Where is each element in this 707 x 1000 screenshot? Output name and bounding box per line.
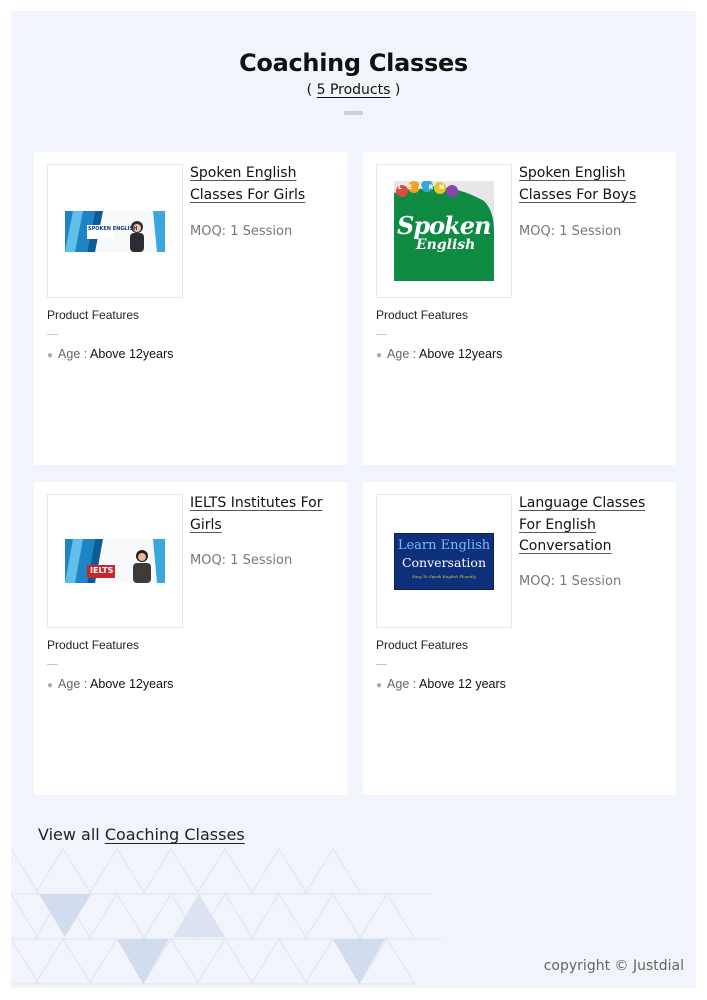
image-caption-line3: Easy To Speak English Fluently: [412, 573, 476, 579]
view-all-prefix: View all: [38, 825, 105, 844]
product-moq: MOQ: 1 Session: [190, 553, 293, 568]
bullet-icon: ●: [47, 350, 54, 361]
features-divider: [376, 664, 387, 665]
features-heading: Product Features: [376, 638, 469, 652]
feature-label: Age :: [387, 677, 417, 691]
image-caption-sub: English: [416, 237, 476, 253]
learn-english-conversation-image: Learn English Conversation Easy To Speak…: [394, 532, 494, 590]
image-caption-line1: Learn English: [397, 537, 491, 553]
features-heading: Product Features: [376, 308, 469, 322]
product-card[interactable]: Learn English Conversation Easy To Speak…: [363, 482, 676, 795]
feature-value: Above 12 years: [419, 677, 506, 691]
feature-value: Above 12years: [90, 347, 174, 361]
product-image[interactable]: Learn English Conversation Easy To Speak…: [376, 494, 512, 628]
feature-value: Above 12years: [419, 347, 503, 361]
feature-label: Age :: [58, 347, 88, 361]
features-heading: Product Features: [47, 638, 140, 652]
product-name-link[interactable]: IELTS Institutes For Girls: [190, 493, 340, 536]
view-all: View all Coaching Classes: [38, 825, 245, 844]
product-card[interactable]: LEARN Spoken English Spoken English Clas…: [363, 152, 676, 465]
features-heading: Product Features: [47, 308, 140, 322]
features-divider: [47, 664, 58, 665]
product-card[interactable]: IELTS IELTS Institutes For Girls MOQ: 1 …: [34, 482, 347, 795]
spoken-english-boys-image: LEARN Spoken English: [394, 181, 494, 281]
page-header: Coaching Classes ( 5 Products ): [11, 47, 696, 115]
triangle-pattern-background: [11, 848, 441, 985]
product-moq: MOQ: 1 Session: [519, 574, 622, 589]
product-image[interactable]: IELTS: [47, 494, 183, 628]
spoken-english-girls-image: SPOKEN ENGLISH: [65, 210, 165, 252]
features-divider: [47, 334, 58, 335]
image-caption-line2: Conversation: [401, 554, 487, 570]
ielts-girls-image: IELTS: [65, 539, 165, 583]
feature-label: Age :: [387, 347, 417, 361]
feature-age: ● Age : Above 12years: [376, 347, 502, 361]
count-close-paren: ): [390, 82, 401, 98]
bullet-icon: ●: [47, 680, 54, 691]
product-name-link[interactable]: Language Classes For English Conversatio…: [519, 493, 669, 558]
feature-label: Age :: [58, 677, 88, 691]
product-count: ( 5 Products ): [11, 79, 696, 101]
count-open-paren: (: [306, 82, 317, 98]
product-card[interactable]: SPOKEN ENGLISH Spoken English Classes Fo…: [34, 152, 347, 465]
bullet-icon: ●: [376, 680, 383, 691]
image-caption: IELTS: [90, 566, 114, 575]
product-image[interactable]: SPOKEN ENGLISH: [47, 164, 183, 298]
product-name-link[interactable]: Spoken English Classes For Girls: [190, 163, 340, 206]
feature-age: ● Age : Above 12years: [47, 347, 173, 361]
product-image[interactable]: LEARN Spoken English: [376, 164, 512, 298]
title-divider: [344, 111, 363, 115]
product-moq: MOQ: 1 Session: [519, 224, 622, 239]
view-all-link[interactable]: Coaching Classes: [105, 825, 245, 844]
image-caption-top: LEARN: [398, 184, 451, 191]
product-moq: MOQ: 1 Session: [190, 224, 293, 239]
product-name-link[interactable]: Spoken English Classes For Boys: [519, 163, 669, 206]
features-divider: [376, 334, 387, 335]
catalog-page: Coaching Classes ( 5 Products ) SPOKEN E…: [11, 11, 696, 988]
feature-value: Above 12years: [90, 677, 174, 691]
copyright-text: copyright © Justdial: [543, 958, 684, 974]
image-caption-main: Spoken: [397, 211, 491, 240]
feature-age: ● Age : Above 12years: [47, 677, 173, 691]
image-caption: SPOKEN ENGLISH: [88, 225, 138, 232]
bullet-icon: ●: [376, 350, 383, 361]
product-count-link[interactable]: 5 Products: [317, 82, 391, 98]
page-title: Coaching Classes: [239, 49, 468, 77]
feature-age: ● Age : Above 12 years: [376, 677, 506, 691]
